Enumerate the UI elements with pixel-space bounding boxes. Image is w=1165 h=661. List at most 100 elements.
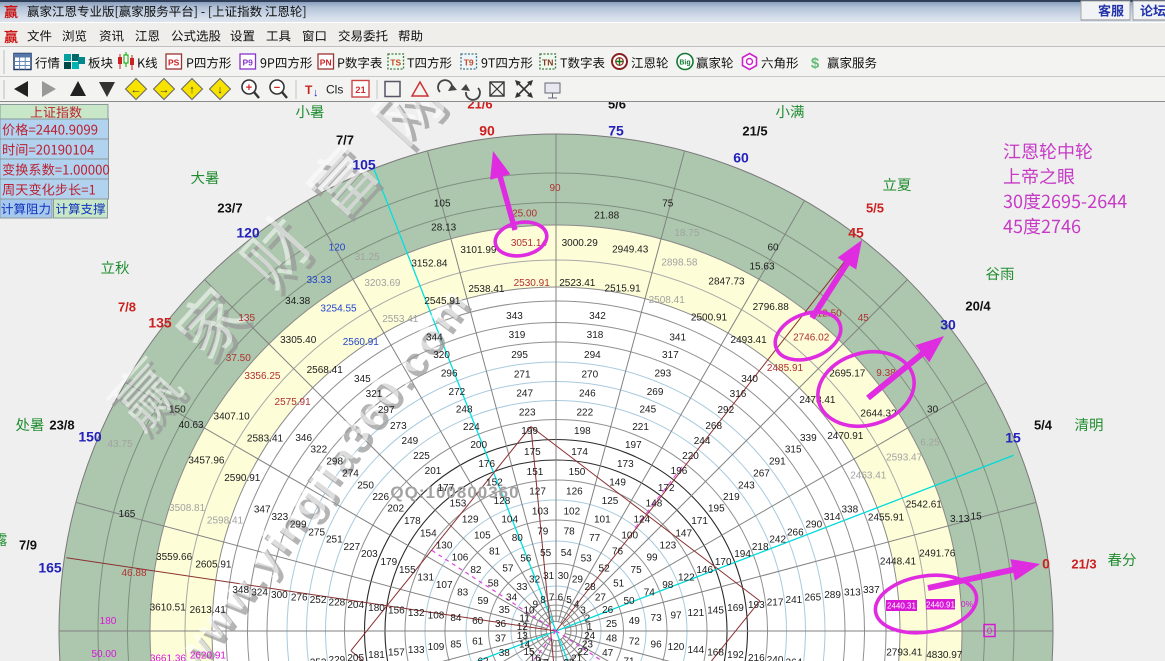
svg-text:2523.41: 2523.41: [559, 278, 596, 289]
svg-text:268: 268: [705, 421, 722, 432]
svg-text:105: 105: [474, 530, 491, 541]
svg-text:101: 101: [594, 515, 611, 526]
svg-text:125: 125: [602, 496, 619, 507]
svg-text:31: 31: [543, 571, 555, 582]
svg-text:0%: 0%: [961, 599, 974, 609]
svg-text:4: 4: [574, 599, 580, 610]
svg-text:37: 37: [495, 634, 507, 645]
svg-text:85: 85: [450, 640, 462, 651]
svg-text:←: ←: [131, 84, 142, 96]
svg-text:174: 174: [571, 447, 588, 458]
svg-text:275: 275: [308, 527, 325, 538]
svg-text:23/8: 23/8: [49, 418, 74, 433]
svg-text:105: 105: [434, 198, 451, 209]
svg-text:3000.29: 3000.29: [562, 238, 599, 249]
svg-text:342: 342: [589, 311, 606, 322]
svg-text:247: 247: [516, 389, 533, 400]
svg-text:107: 107: [436, 580, 453, 591]
svg-text:0: 0: [1042, 556, 1050, 572]
svg-text:221: 221: [632, 422, 649, 433]
svg-text:103: 103: [532, 506, 549, 517]
svg-text:165: 165: [119, 509, 136, 520]
svg-text:148: 148: [646, 499, 663, 510]
svg-text:172: 172: [658, 483, 675, 494]
svg-text:175: 175: [524, 447, 541, 458]
svg-text:252: 252: [310, 595, 327, 606]
svg-text:145: 145: [707, 605, 724, 616]
svg-text:176: 176: [478, 459, 495, 470]
svg-text:+: +: [246, 82, 252, 94]
svg-text:219: 219: [723, 492, 740, 503]
svg-text:71: 71: [623, 657, 635, 661]
svg-text:100: 100: [621, 530, 638, 541]
svg-text:4830.97: 4830.97: [926, 650, 963, 661]
svg-text:45: 45: [858, 313, 870, 324]
svg-text:204: 204: [347, 600, 364, 611]
svg-text:251: 251: [326, 535, 343, 546]
svg-text:72: 72: [629, 637, 641, 648]
svg-text:60: 60: [733, 150, 749, 166]
svg-text:194: 194: [734, 549, 751, 560]
svg-text:0: 0: [987, 626, 992, 637]
svg-text:201: 201: [425, 466, 442, 477]
svg-text:2898.58: 2898.58: [661, 257, 698, 268]
svg-text:5: 5: [566, 595, 572, 606]
svg-text:229: 229: [329, 655, 346, 661]
svg-text:8: 8: [540, 595, 546, 606]
svg-text:6.25: 6.25: [920, 437, 940, 448]
svg-text:2515.91: 2515.91: [605, 284, 642, 295]
svg-text:2530.91: 2530.91: [514, 278, 551, 289]
svg-text:2560.91: 2560.91: [343, 337, 380, 348]
svg-text:7: 7: [549, 593, 555, 604]
svg-text:240: 240: [767, 655, 784, 661]
svg-text:289: 289: [824, 590, 841, 601]
svg-text:25: 25: [606, 619, 618, 630]
svg-text:2613.41: 2613.41: [190, 605, 227, 616]
svg-text:97: 97: [670, 611, 682, 622]
svg-text:15.63: 15.63: [749, 261, 774, 272]
svg-text:98: 98: [662, 580, 674, 591]
svg-text:153: 153: [450, 499, 467, 510]
svg-text:75: 75: [662, 198, 674, 209]
svg-text:→: →: [159, 84, 170, 96]
svg-text:32: 32: [529, 575, 541, 586]
svg-text:↓: ↓: [313, 87, 319, 99]
svg-text:37.50: 37.50: [226, 353, 251, 364]
svg-text:2448.41: 2448.41: [880, 557, 917, 568]
svg-text:2500.91: 2500.91: [691, 313, 728, 324]
svg-text:29: 29: [572, 575, 584, 586]
svg-text:220: 220: [682, 451, 699, 462]
svg-text:248: 248: [456, 405, 473, 416]
svg-text:322: 322: [310, 444, 327, 455]
svg-text:5/5: 5/5: [866, 201, 884, 216]
svg-text:127: 127: [529, 487, 546, 498]
svg-text:249: 249: [402, 436, 419, 447]
svg-text:193: 193: [748, 600, 765, 611]
svg-text:−: −: [274, 82, 280, 94]
svg-text:2605.91: 2605.91: [195, 560, 232, 571]
svg-text:216: 216: [748, 653, 765, 661]
svg-text:50: 50: [623, 596, 635, 607]
svg-text:3305.40: 3305.40: [280, 335, 317, 346]
svg-text:3203.69: 3203.69: [364, 278, 401, 289]
svg-text:297: 297: [378, 405, 395, 416]
svg-text:50.00: 50.00: [91, 649, 116, 660]
svg-text:155: 155: [399, 565, 416, 576]
svg-text:3610.51: 3610.51: [150, 603, 187, 614]
svg-text:78: 78: [564, 526, 576, 537]
svg-text:26: 26: [602, 605, 614, 616]
svg-text:228: 228: [329, 598, 346, 609]
svg-text:224: 224: [463, 422, 480, 433]
svg-text:3457.96: 3457.96: [188, 456, 225, 467]
svg-text:43.75: 43.75: [107, 439, 132, 450]
svg-text:120: 120: [236, 225, 260, 241]
svg-text:15: 15: [1005, 430, 1021, 446]
svg-text:109: 109: [428, 642, 445, 653]
svg-text:180: 180: [100, 616, 117, 627]
svg-text:154: 154: [420, 528, 437, 539]
svg-text:7/7: 7/7: [336, 133, 354, 148]
svg-text:124: 124: [633, 515, 650, 526]
svg-text:T9: T9: [464, 58, 474, 68]
svg-text:128: 128: [494, 496, 511, 507]
svg-text:90: 90: [479, 123, 495, 139]
